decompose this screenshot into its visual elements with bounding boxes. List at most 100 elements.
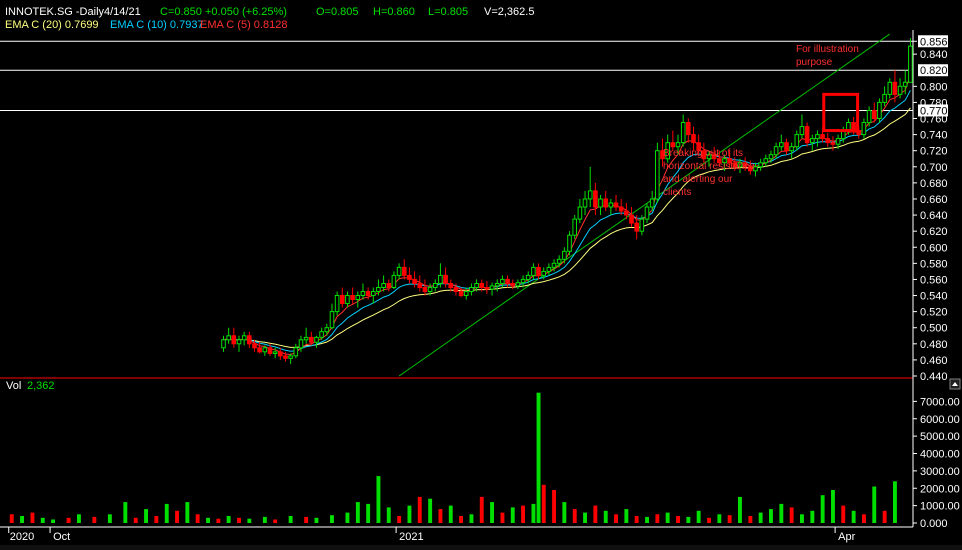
volume-bar [665, 512, 670, 523]
volume-bar [366, 503, 371, 523]
y-tick-label: 0.480 [920, 339, 948, 351]
candle-body [799, 126, 805, 136]
volume-bar [841, 505, 846, 523]
candle-body [226, 335, 231, 341]
candle-body [587, 190, 593, 200]
y-tick-label: 0.600 [920, 242, 948, 254]
volume-bar [531, 503, 536, 523]
candle-body [453, 287, 459, 292]
candle-body [474, 283, 479, 288]
volume-bar [490, 502, 494, 523]
volume-bar [237, 517, 241, 523]
legend-ema10: EMA C (10) 0.7937 [110, 19, 204, 31]
volume-y-tick-label: 4000.00 [920, 449, 960, 461]
volume-bar [789, 507, 794, 523]
candle-body [298, 339, 304, 349]
volume-bar [154, 516, 159, 523]
candle-body [794, 134, 800, 148]
volume-bar [893, 481, 897, 523]
volume-label: Vol [6, 380, 21, 392]
volume-bar [800, 514, 804, 523]
volume-bar [288, 516, 293, 523]
candle-body [515, 282, 521, 287]
candle-body [546, 266, 552, 272]
candle-body [784, 142, 789, 152]
volume-bar [314, 517, 319, 523]
volume-bar [748, 516, 753, 523]
candle-body [458, 291, 464, 296]
volume-bar [77, 514, 81, 523]
candle-body [768, 154, 774, 160]
candle-body [567, 234, 572, 252]
candle-body [469, 287, 474, 292]
volume-bar [9, 514, 14, 523]
candle-body [773, 146, 779, 156]
candle-body [283, 355, 288, 359]
volume-bar [552, 490, 556, 523]
volume-bar [479, 496, 484, 523]
candle-body [618, 206, 624, 212]
candle-body [897, 85, 903, 95]
chart-background [0, 0, 962, 550]
y-tick-label: 0.540 [920, 291, 948, 303]
price-badge-text: 0.820 [920, 65, 948, 77]
price-badge-text: 0.856 [920, 36, 948, 48]
y-tick-label: 0.640 [920, 210, 948, 222]
candle-body [319, 331, 324, 338]
candle-body [386, 283, 392, 288]
header-high: H=0.860 [373, 6, 415, 18]
candle-body [603, 198, 609, 208]
price-chart[interactable]: INNOTEK.SG -Daily 4/14/21 C=0.850 +0.050… [0, 0, 962, 550]
volume-bar [40, 517, 45, 523]
illustration-note-line: purpose [796, 57, 833, 68]
candle-body [484, 287, 490, 290]
volume-bar [707, 517, 711, 523]
volume-bar [133, 517, 138, 523]
volume-bar [164, 503, 169, 523]
y-tick-label: 0.560 [920, 274, 948, 286]
header-change: +0.050 (+6.25%) [205, 6, 287, 18]
breakout-note-line: clients [663, 187, 691, 198]
candle-body [303, 336, 309, 341]
candle-body [675, 142, 681, 148]
volume-bar [345, 512, 350, 523]
volume-bar [216, 518, 221, 523]
candle-body [427, 287, 433, 292]
candle-body [448, 283, 453, 288]
volume-bar [273, 519, 278, 523]
legend-ema5: EMA C (5) 0.8128 [200, 19, 287, 31]
volume-bar [448, 505, 453, 523]
candle-body [779, 142, 784, 148]
x-label: 2021 [399, 531, 423, 543]
candle-body [396, 266, 402, 276]
candle-body [376, 287, 381, 292]
status-strip [0, 545, 962, 550]
candle-body [866, 110, 872, 124]
volume-bar [226, 516, 231, 523]
candle-body [500, 278, 505, 284]
header-volume: V=2,362.5 [484, 6, 534, 18]
candle-body [443, 274, 448, 284]
volume-bar [376, 476, 381, 523]
volume-bar [882, 510, 887, 523]
volume-bar [459, 516, 463, 523]
volume-y-tick-label: 1000.00 [920, 501, 960, 513]
candle-body [479, 283, 484, 288]
candle-body [288, 355, 293, 359]
volume-bar [536, 392, 541, 523]
volume-bar [738, 496, 742, 523]
candle-body [804, 126, 810, 144]
volume-bar [206, 517, 210, 523]
candle-body [314, 336, 319, 343]
volume-bar [862, 514, 866, 523]
x-label: Oct [53, 531, 70, 543]
volume-y-tick-label: 5000.00 [920, 431, 960, 443]
candle-body [691, 134, 696, 144]
candle-body [613, 202, 619, 208]
volume-bar [397, 516, 402, 523]
candle-body [494, 283, 500, 287]
volume-bar [500, 512, 505, 523]
breakout-note-line: horizontal resistance [663, 161, 755, 172]
candle-body [531, 266, 536, 276]
volume-bar [330, 515, 334, 523]
